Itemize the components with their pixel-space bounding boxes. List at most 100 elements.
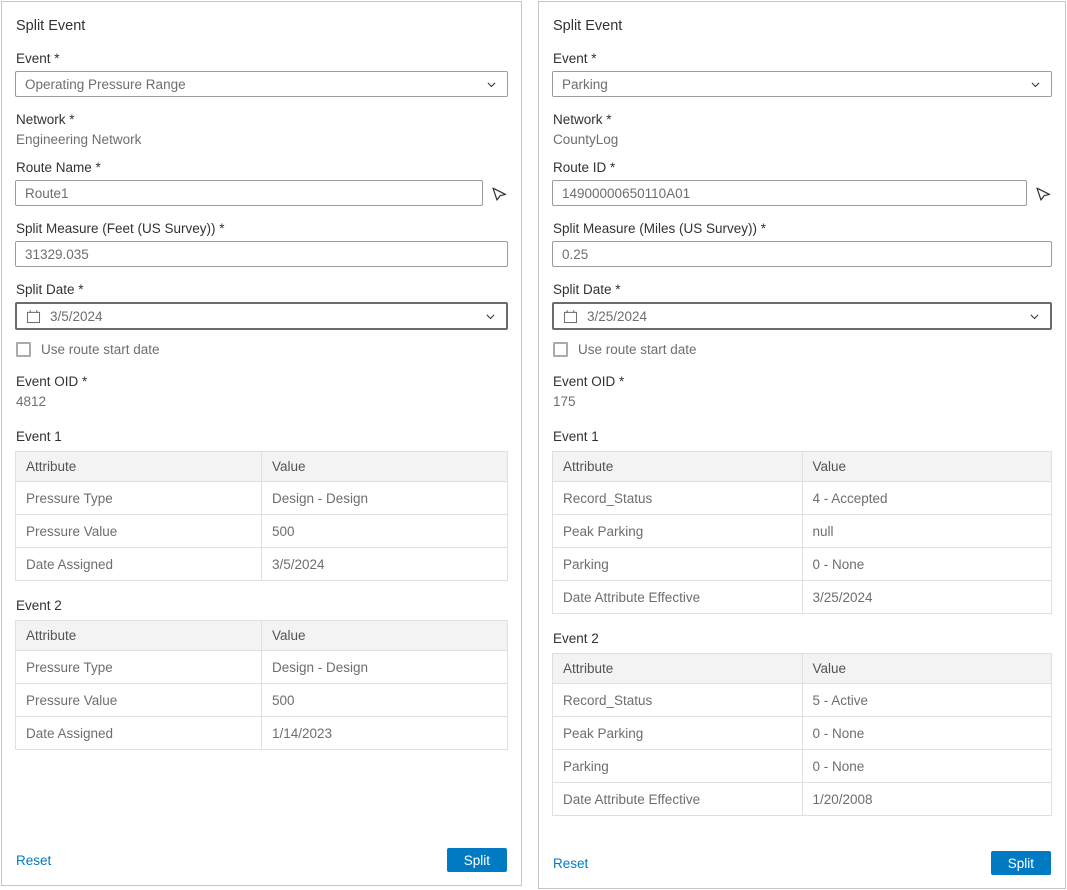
value-header: Value — [262, 621, 508, 651]
table-row: Peak Parking 0 - None — [553, 717, 1052, 750]
attribute-cell: Parking — [553, 750, 803, 783]
table-header-row: Attribute Value — [16, 452, 508, 482]
route-row — [552, 180, 1052, 206]
date-picker[interactable]: 3/25/2024 — [552, 302, 1052, 330]
attribute-cell: Peak Parking — [553, 717, 803, 750]
value-cell: 5 - Active — [802, 684, 1052, 717]
attribute-header: Attribute — [553, 654, 803, 684]
reset-button[interactable]: Reset — [553, 856, 588, 871]
chevron-down-icon — [485, 78, 498, 91]
event-label: Event * — [553, 51, 1052, 66]
event-select-value: Parking — [562, 77, 608, 92]
table-row: Pressure Type Design - Design — [16, 482, 508, 515]
measure-input[interactable] — [15, 241, 508, 267]
value-cell: 3/5/2024 — [262, 548, 508, 581]
value-cell: Design - Design — [262, 651, 508, 684]
event-1-title: Event 1 — [16, 429, 508, 444]
value-header: Value — [802, 452, 1052, 482]
event-select[interactable]: Operating Pressure Range — [15, 71, 508, 97]
pointer-pick-icon[interactable] — [1035, 185, 1052, 202]
table-row: Date Assigned 3/5/2024 — [16, 548, 508, 581]
network-label: Network * — [16, 112, 508, 127]
use-route-start-date-checkbox[interactable] — [16, 342, 31, 357]
table-row: Record_Status 5 - Active — [553, 684, 1052, 717]
attribute-cell: Record_Status — [553, 482, 803, 515]
use-route-start-date-checkbox[interactable] — [553, 342, 568, 357]
split-button[interactable]: Split — [991, 851, 1051, 875]
pointer-pick-icon[interactable] — [491, 185, 508, 202]
value-cell: 3/25/2024 — [802, 581, 1052, 614]
measure-label: Split Measure (Feet (US Survey)) * — [16, 221, 508, 236]
panel-footer: Reset Split — [15, 848, 508, 872]
attribute-cell: Pressure Type — [16, 482, 262, 515]
checkbox-label: Use route start date — [41, 342, 160, 357]
reset-button[interactable]: Reset — [16, 853, 51, 868]
event-1-table: Attribute Value Record_Status 4 - Accept… — [552, 451, 1052, 614]
split-button[interactable]: Split — [447, 848, 507, 872]
value-cell: 500 — [262, 684, 508, 717]
event-select[interactable]: Parking — [552, 71, 1052, 97]
chevron-down-icon — [1029, 78, 1042, 91]
table-header-row: Attribute Value — [553, 452, 1052, 482]
date-label: Split Date * — [16, 282, 508, 297]
split-event-panel-right: Split Event Event * Parking Network * Co… — [538, 1, 1066, 889]
chevron-down-icon — [1028, 310, 1041, 323]
table-row: Record_Status 4 - Accepted — [553, 482, 1052, 515]
calendar-icon — [26, 309, 41, 324]
attribute-cell: Record_Status — [553, 684, 803, 717]
use-route-start-date-row: Use route start date — [16, 342, 508, 357]
network-label: Network * — [553, 112, 1052, 127]
value-cell: Design - Design — [262, 482, 508, 515]
attribute-cell: Peak Parking — [553, 515, 803, 548]
panel-title: Split Event — [16, 18, 508, 34]
event-2-title: Event 2 — [553, 631, 1052, 646]
network-value: Engineering Network — [16, 132, 508, 147]
event-oid-value: 175 — [553, 394, 1052, 409]
route-input[interactable] — [15, 180, 483, 206]
event-1-table: Attribute Value Pressure Type Design - D… — [15, 451, 508, 581]
table-row: Date Attribute Effective 1/20/2008 — [553, 783, 1052, 816]
attribute-header: Attribute — [16, 452, 262, 482]
date-value: 3/25/2024 — [587, 309, 647, 324]
event-oid-label: Event OID * — [16, 374, 508, 389]
event-2-title: Event 2 — [16, 598, 508, 613]
attribute-cell: Date Assigned — [16, 717, 262, 750]
event-2-table: Attribute Value Record_Status 5 - Active… — [552, 653, 1052, 816]
table-row: Pressure Value 500 — [16, 684, 508, 717]
event-oid-value: 4812 — [16, 394, 508, 409]
table-row: Pressure Value 500 — [16, 515, 508, 548]
table-row: Parking 0 - None — [553, 548, 1052, 581]
value-cell: 0 - None — [802, 717, 1052, 750]
event-2-table: Attribute Value Pressure Type Design - D… — [15, 620, 508, 750]
attribute-cell: Pressure Value — [16, 515, 262, 548]
panel-title: Split Event — [553, 18, 1052, 34]
table-row: Pressure Type Design - Design — [16, 651, 508, 684]
use-route-start-date-row: Use route start date — [553, 342, 1052, 357]
event-label: Event * — [16, 51, 508, 66]
attribute-cell: Pressure Type — [16, 651, 262, 684]
date-picker[interactable]: 3/5/2024 — [15, 302, 508, 330]
route-input[interactable] — [552, 180, 1027, 206]
chevron-down-icon — [484, 310, 497, 323]
calendar-icon — [563, 309, 578, 324]
measure-input[interactable] — [552, 241, 1052, 267]
table-row: Date Attribute Effective 3/25/2024 — [553, 581, 1052, 614]
attribute-header: Attribute — [16, 621, 262, 651]
attribute-cell: Pressure Value — [16, 684, 262, 717]
attribute-cell: Date Attribute Effective — [553, 581, 803, 614]
value-cell: null — [802, 515, 1052, 548]
event-select-value: Operating Pressure Range — [25, 77, 186, 92]
table-row: Peak Parking null — [553, 515, 1052, 548]
attribute-cell: Date Assigned — [16, 548, 262, 581]
route-label: Route Name * — [16, 160, 508, 175]
value-header: Value — [262, 452, 508, 482]
attribute-header: Attribute — [553, 452, 803, 482]
table-header-row: Attribute Value — [553, 654, 1052, 684]
attribute-cell: Date Attribute Effective — [553, 783, 803, 816]
value-cell: 500 — [262, 515, 508, 548]
split-event-panel-left: Split Event Event * Operating Pressure R… — [1, 1, 522, 886]
table-row: Date Assigned 1/14/2023 — [16, 717, 508, 750]
route-label: Route ID * — [553, 160, 1052, 175]
panel-footer: Reset Split — [552, 851, 1052, 875]
checkbox-label: Use route start date — [578, 342, 697, 357]
